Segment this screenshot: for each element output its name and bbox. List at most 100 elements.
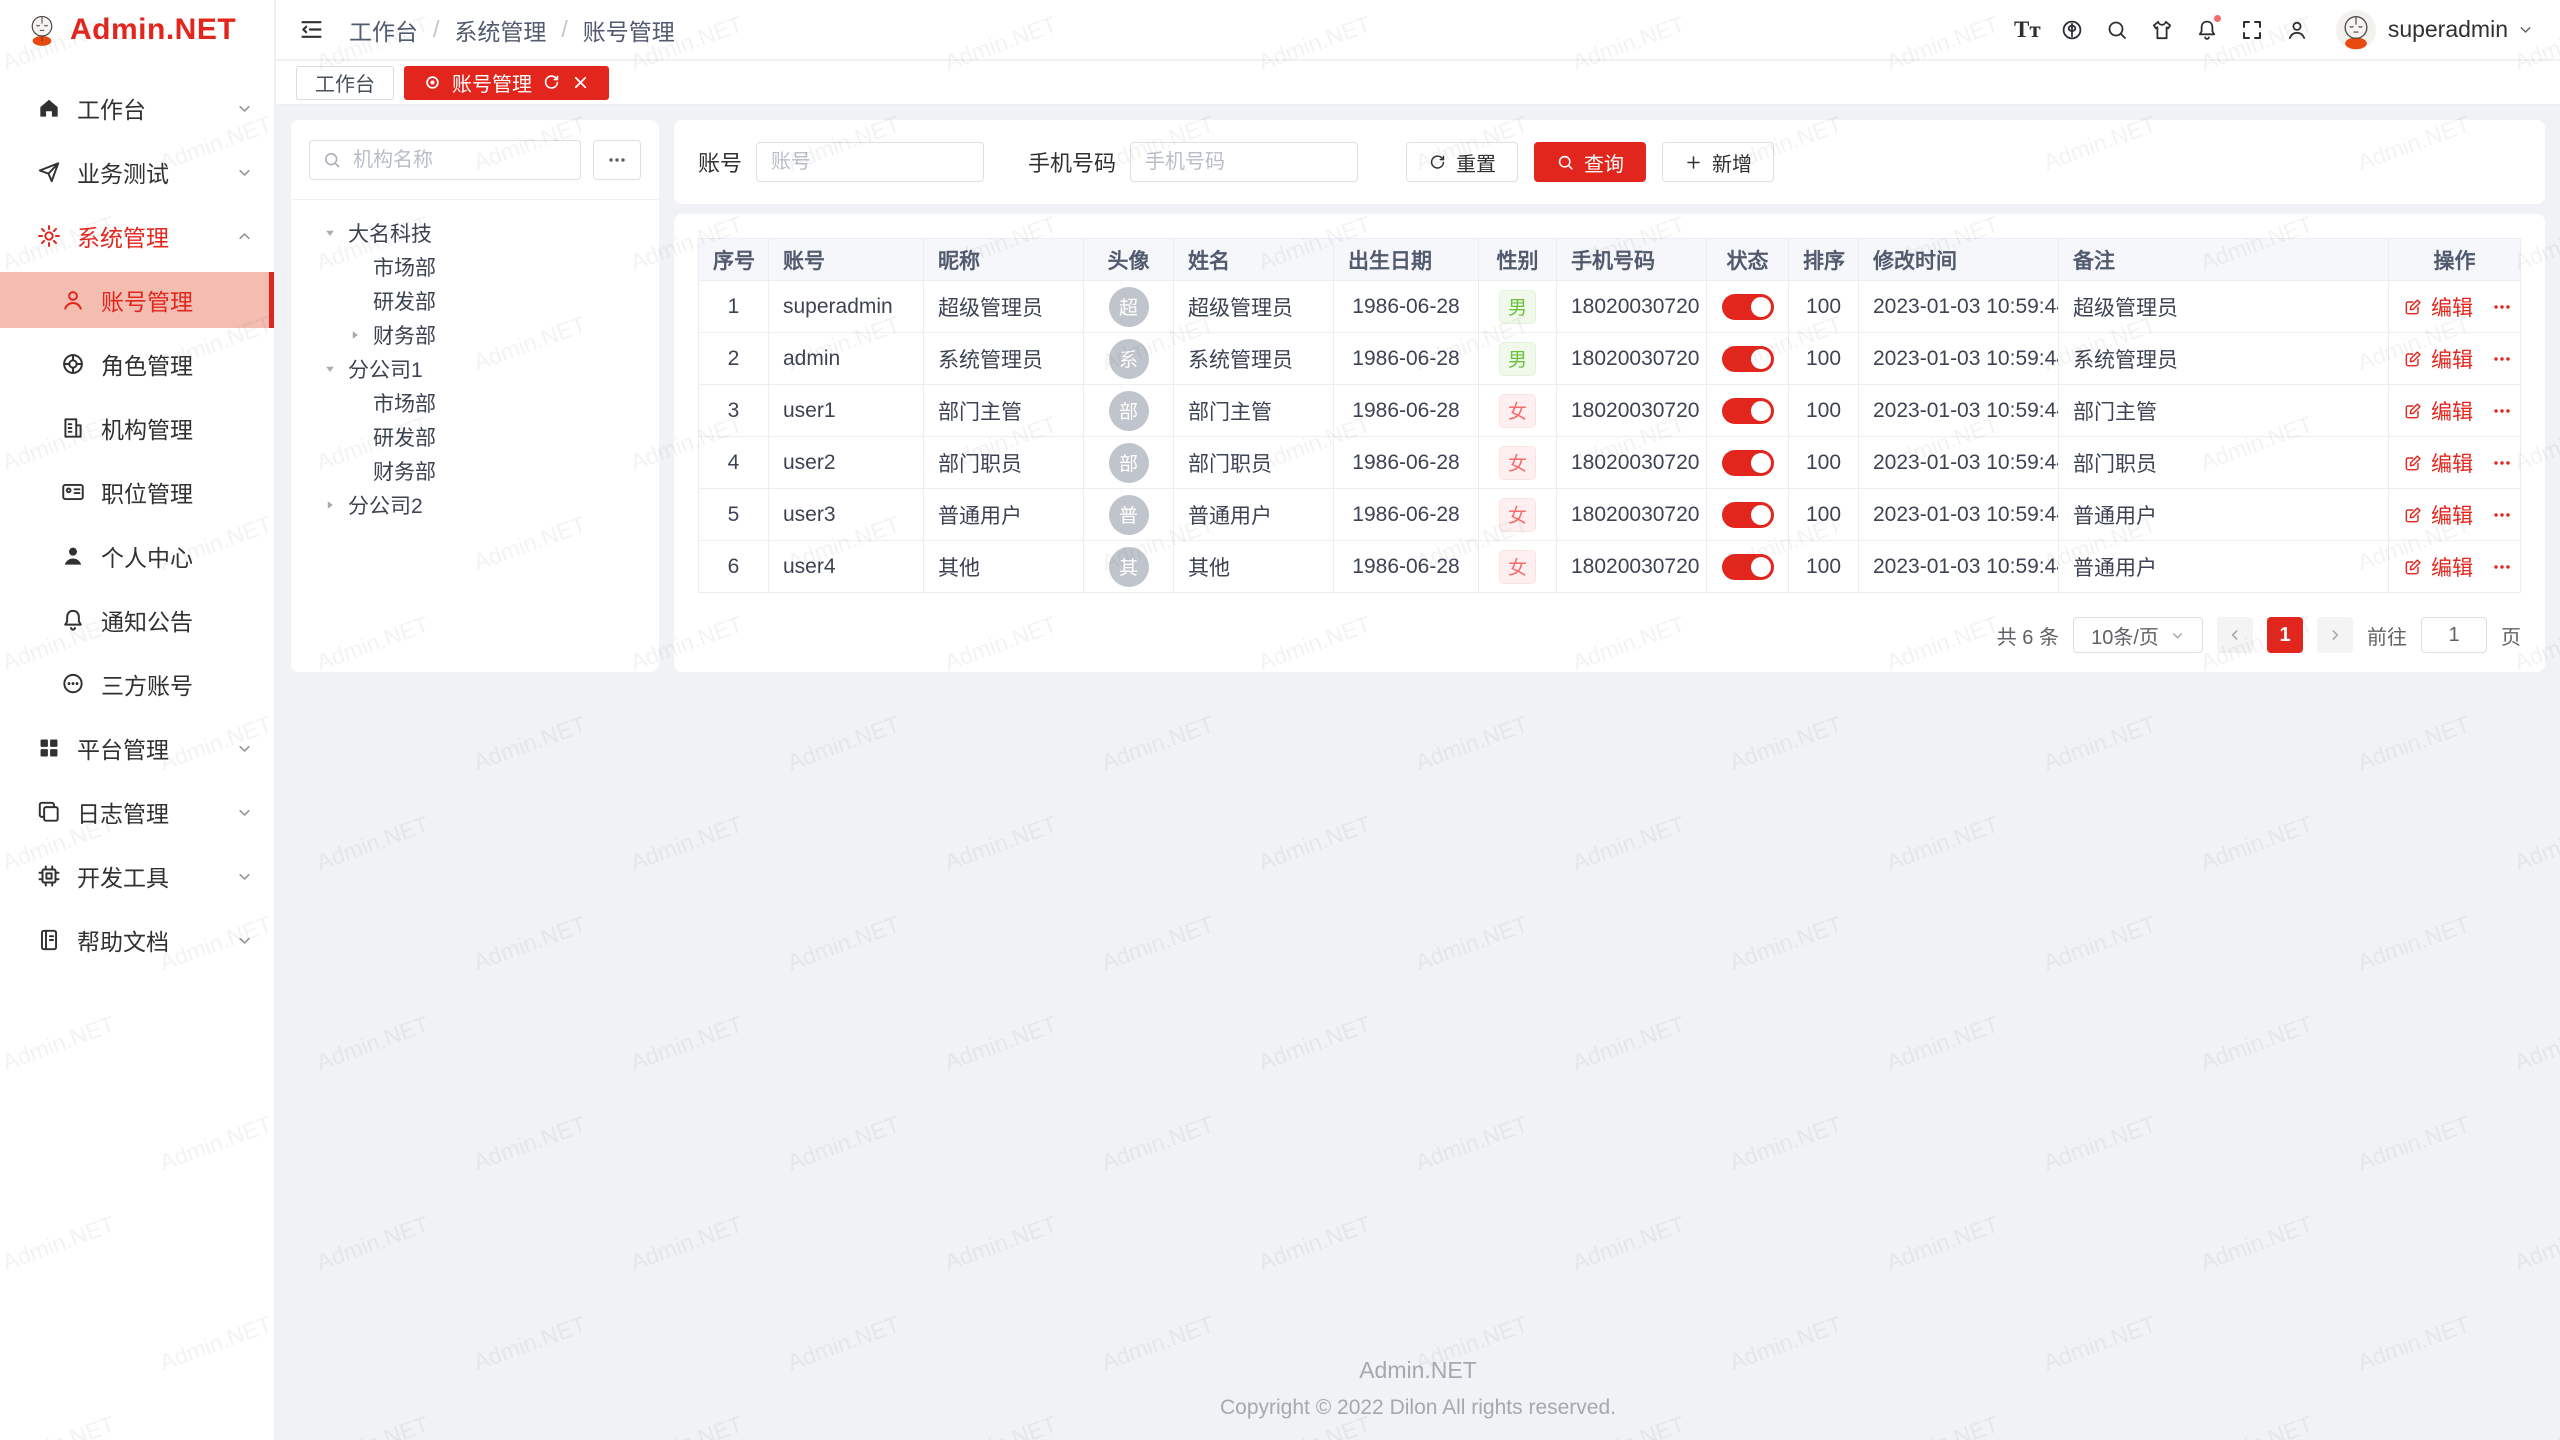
edit-button[interactable]: 编辑	[2403, 292, 2473, 322]
tree-node-市场部[interactable]: 市场部	[309, 386, 641, 420]
fullscreen-icon[interactable]	[2230, 0, 2275, 60]
cell-status	[1707, 489, 1789, 541]
sidebar-item-平台管理[interactable]: 平台管理	[0, 720, 274, 776]
status-toggle[interactable]	[1722, 346, 1774, 372]
page-footer: Admin.NET Copyright © 2022 Dilon All rig…	[276, 1357, 2560, 1420]
sidebar-item-三方账号[interactable]: 三方账号	[0, 656, 274, 712]
breadcrumb-system[interactable]: 系统管理	[454, 13, 546, 47]
menu-fold-icon[interactable]	[298, 16, 325, 43]
page-number-current[interactable]: 1	[2267, 617, 2303, 653]
cell-gender: 女	[1479, 437, 1557, 489]
reset-button[interactable]: 重置	[1406, 142, 1518, 182]
cell-no: 2	[699, 333, 769, 385]
org-tree: 大名科技市场部研发部财务部分公司1市场部研发部财务部分公司2	[309, 216, 641, 522]
sidebar-item-账号管理[interactable]: 账号管理	[0, 272, 274, 328]
row-more-button[interactable]	[2491, 452, 2513, 474]
tree-node-分公司2[interactable]: 分公司2	[309, 488, 641, 522]
tree-node-财务部[interactable]: 财务部	[309, 454, 641, 488]
caret-right-icon[interactable]	[348, 328, 373, 343]
prev-page-button[interactable]	[2217, 617, 2253, 653]
cell-avatar: 部	[1084, 385, 1174, 437]
tree-more-button[interactable]	[593, 140, 641, 180]
sidebar-item-角色管理[interactable]: 角色管理	[0, 336, 274, 392]
language-icon[interactable]	[2050, 0, 2095, 60]
sidebar-item-label: 三方账号	[101, 667, 193, 701]
tree-node-label: 研发部	[373, 422, 436, 452]
tree-node-分公司1[interactable]: 分公司1	[309, 352, 641, 386]
row-more-button[interactable]	[2491, 296, 2513, 318]
breadcrumb-account: 账号管理	[583, 13, 675, 47]
status-toggle[interactable]	[1722, 398, 1774, 424]
user-menu[interactable]: superadmin	[2388, 16, 2534, 43]
tab-refresh-icon[interactable]	[542, 73, 561, 92]
edit-button[interactable]: 编辑	[2403, 396, 2473, 426]
next-page-button[interactable]	[2317, 617, 2353, 653]
goto-page-input[interactable]	[2421, 617, 2487, 653]
sidebar-item-工作台[interactable]: 工作台	[0, 80, 274, 136]
cell-name: 普通用户	[1174, 489, 1334, 541]
status-toggle[interactable]	[1722, 554, 1774, 580]
edit-button[interactable]: 编辑	[2403, 552, 2473, 582]
caret-down-icon[interactable]	[323, 226, 348, 241]
row-more-button[interactable]	[2491, 556, 2513, 578]
cell-status	[1707, 541, 1789, 593]
org-search-input[interactable]	[351, 148, 568, 173]
font-size-icon[interactable]: Tт	[2005, 0, 2050, 60]
sidebar-item-业务测试[interactable]: 业务测试	[0, 144, 274, 200]
cell-actions: 编辑	[2389, 333, 2521, 385]
user-avatar[interactable]	[2336, 10, 2376, 50]
tab-workbench[interactable]: 工作台	[296, 66, 394, 100]
cell-phone: 18020030720	[1557, 333, 1707, 385]
breadcrumb: 工作台 / 系统管理 / 账号管理	[349, 13, 675, 47]
theme-icon[interactable]	[2140, 0, 2185, 60]
column-header-头像: 头像	[1084, 239, 1174, 281]
sidebar-item-日志管理[interactable]: 日志管理	[0, 784, 274, 840]
sidebar-item-职位管理[interactable]: 职位管理	[0, 464, 274, 520]
search-icon[interactable]	[2095, 0, 2140, 60]
cell-remark: 部门职员	[2059, 437, 2389, 489]
column-header-性别: 性别	[1479, 239, 1557, 281]
edit-button[interactable]: 编辑	[2403, 500, 2473, 530]
username: superadmin	[2388, 16, 2508, 43]
account-filter-input[interactable]	[756, 142, 984, 182]
tab-close-icon[interactable]	[571, 73, 590, 92]
cell-no: 3	[699, 385, 769, 437]
query-button[interactable]: 查询	[1534, 142, 1646, 182]
notification-badge	[2212, 13, 2223, 24]
row-more-button[interactable]	[2491, 504, 2513, 526]
caret-right-icon[interactable]	[323, 498, 348, 513]
phone-filter-input[interactable]	[1130, 142, 1358, 182]
sidebar-item-帮助文档[interactable]: 帮助文档	[0, 912, 274, 968]
user-icon[interactable]	[2275, 0, 2320, 60]
notification-bell-icon[interactable]	[2185, 0, 2230, 60]
edit-button[interactable]: 编辑	[2403, 344, 2473, 374]
home-icon	[36, 95, 62, 121]
sidebar-item-系统管理[interactable]: 系统管理	[0, 208, 274, 264]
sidebar-item-开发工具[interactable]: 开发工具	[0, 848, 274, 904]
sidebar-item-机构管理[interactable]: 机构管理	[0, 400, 274, 456]
tree-node-市场部[interactable]: 市场部	[309, 250, 641, 284]
tree-node-大名科技[interactable]: 大名科技	[309, 216, 641, 250]
tree-node-研发部[interactable]: 研发部	[309, 420, 641, 454]
row-more-button[interactable]	[2491, 400, 2513, 422]
chevron-down-icon	[235, 931, 254, 950]
tab-account-management[interactable]: 账号管理	[404, 66, 609, 100]
edit-button[interactable]: 编辑	[2403, 448, 2473, 478]
page-size-select[interactable]: 10条/页	[2073, 617, 2203, 653]
tree-node-研发部[interactable]: 研发部	[309, 284, 641, 318]
caret-down-icon[interactable]	[323, 362, 348, 377]
sidebar-item-label: 系统管理	[77, 219, 169, 253]
tree-node-财务部[interactable]: 财务部	[309, 318, 641, 352]
row-more-button[interactable]	[2491, 348, 2513, 370]
breadcrumb-workbench[interactable]: 工作台	[349, 13, 418, 47]
status-toggle[interactable]	[1722, 294, 1774, 320]
add-button[interactable]: 新增	[1662, 142, 1774, 182]
status-toggle[interactable]	[1722, 450, 1774, 476]
sidebar-item-通知公告[interactable]: 通知公告	[0, 592, 274, 648]
status-toggle[interactable]	[1722, 502, 1774, 528]
sidebar-item-个人中心[interactable]: 个人中心	[0, 528, 274, 584]
search-icon	[1556, 153, 1575, 172]
cell-name: 部门职员	[1174, 437, 1334, 489]
goto-label: 前往	[2367, 621, 2407, 650]
sidebar-item-label: 个人中心	[101, 539, 193, 573]
